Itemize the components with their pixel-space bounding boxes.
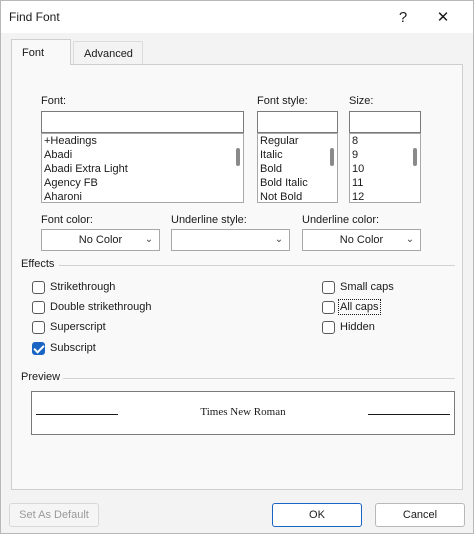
font-list-scrollbar[interactable]: [233, 134, 243, 202]
font-input[interactable]: [41, 111, 244, 133]
size-list[interactable]: 8 9 10 11 12: [349, 133, 421, 203]
tab-font[interactable]: Font: [11, 39, 71, 65]
list-item[interactable]: Italic: [258, 148, 337, 162]
preview-group-title: Preview: [21, 371, 61, 383]
chevron-down-icon: ⌄: [144, 234, 154, 245]
checkbox-label: Strikethrough: [50, 281, 116, 293]
checkbox-box[interactable]: [32, 300, 45, 314]
all-caps-checkbox[interactable]: All caps: [322, 299, 381, 315]
list-item[interactable]: Abadi: [42, 148, 243, 162]
subscript-checkbox[interactable]: Subscript: [32, 340, 96, 356]
list-item[interactable]: Not Bold: [258, 190, 337, 202]
help-button[interactable]: ?: [383, 1, 423, 33]
superscript-checkbox[interactable]: Superscript: [32, 319, 106, 335]
strikethrough-checkbox[interactable]: Strikethrough: [32, 279, 115, 295]
checkbox-box[interactable]: [32, 280, 45, 294]
chevron-down-icon: ⌄: [405, 234, 415, 245]
font-color-label: Font color:: [41, 214, 93, 226]
scroll-thumb[interactable]: [413, 148, 417, 166]
preview-box: Times New Roman: [31, 391, 455, 435]
font-style-input[interactable]: [257, 111, 338, 133]
set-as-default-button[interactable]: Set As Default: [9, 503, 99, 527]
close-button[interactable]: ✕: [423, 1, 463, 33]
preview-sample-text: Times New Roman: [200, 406, 286, 418]
find-font-dialog: Find Font ? ✕ Font Advanced Font: +Headi…: [0, 0, 474, 534]
checkbox-label: Small caps: [340, 281, 394, 293]
underline-color-value: No Color: [339, 234, 384, 246]
effects-group-title: Effects: [21, 258, 55, 270]
font-label: Font:: [41, 95, 67, 107]
underline-style-dropdown[interactable]: ⌄: [171, 229, 290, 251]
list-item[interactable]: Bold: [258, 162, 337, 176]
font-color-dropdown[interactable]: No Color ⌄: [41, 229, 160, 251]
checkbox-label: Subscript: [50, 342, 96, 354]
font-style-label: Font style:: [257, 95, 308, 107]
font-style-list[interactable]: Regular Italic Bold Bold Italic Not Bold: [257, 133, 338, 203]
list-item[interactable]: Aharoni: [42, 190, 243, 202]
underline-color-dropdown[interactable]: No Color ⌄: [302, 229, 421, 251]
font-style-scrollbar[interactable]: [327, 134, 337, 202]
font-color-value: No Color: [78, 234, 123, 246]
ok-button[interactable]: OK: [272, 503, 362, 527]
checkbox-box[interactable]: [322, 300, 335, 314]
checkbox-box[interactable]: [322, 280, 335, 294]
cancel-button[interactable]: Cancel: [375, 503, 465, 527]
help-icon: ?: [398, 8, 408, 26]
checkbox-box[interactable]: [32, 320, 45, 334]
double-strikethrough-checkbox[interactable]: Double strikethrough: [32, 299, 152, 315]
small-caps-checkbox[interactable]: Small caps: [322, 279, 394, 295]
checkbox-label: All caps: [338, 299, 381, 315]
checkbox-box-checked[interactable]: [32, 341, 45, 355]
list-item[interactable]: Regular: [258, 134, 337, 148]
list-item[interactable]: +Headings: [42, 134, 243, 148]
scroll-thumb[interactable]: [330, 148, 334, 166]
checkbox-label: Superscript: [50, 321, 106, 333]
checkbox-label: Hidden: [340, 321, 375, 333]
underline-color-label: Underline color:: [302, 214, 380, 226]
checkbox-box[interactable]: [322, 320, 335, 334]
size-list-scrollbar[interactable]: [410, 134, 420, 202]
tab-advanced[interactable]: Advanced: [73, 41, 143, 65]
size-label: Size:: [349, 95, 374, 107]
checkbox-label: Double strikethrough: [50, 301, 152, 313]
list-item[interactable]: Bold Italic: [258, 176, 337, 190]
scroll-thumb[interactable]: [236, 148, 240, 166]
font-list[interactable]: +Headings Abadi Abadi Extra Light Agency…: [41, 133, 244, 203]
size-input[interactable]: [349, 111, 421, 133]
dialog-title: Find Font: [9, 10, 60, 24]
preview-divider: [63, 378, 455, 379]
chevron-down-icon: ⌄: [274, 234, 284, 245]
list-item[interactable]: Abadi Extra Light: [42, 162, 243, 176]
title-bar: Find Font ? ✕: [1, 1, 473, 33]
list-item[interactable]: Agency FB: [42, 176, 243, 190]
underline-style-label: Underline style:: [171, 214, 247, 226]
close-icon: ✕: [436, 9, 450, 26]
effects-divider: [59, 265, 455, 266]
hidden-checkbox[interactable]: Hidden: [322, 319, 375, 335]
